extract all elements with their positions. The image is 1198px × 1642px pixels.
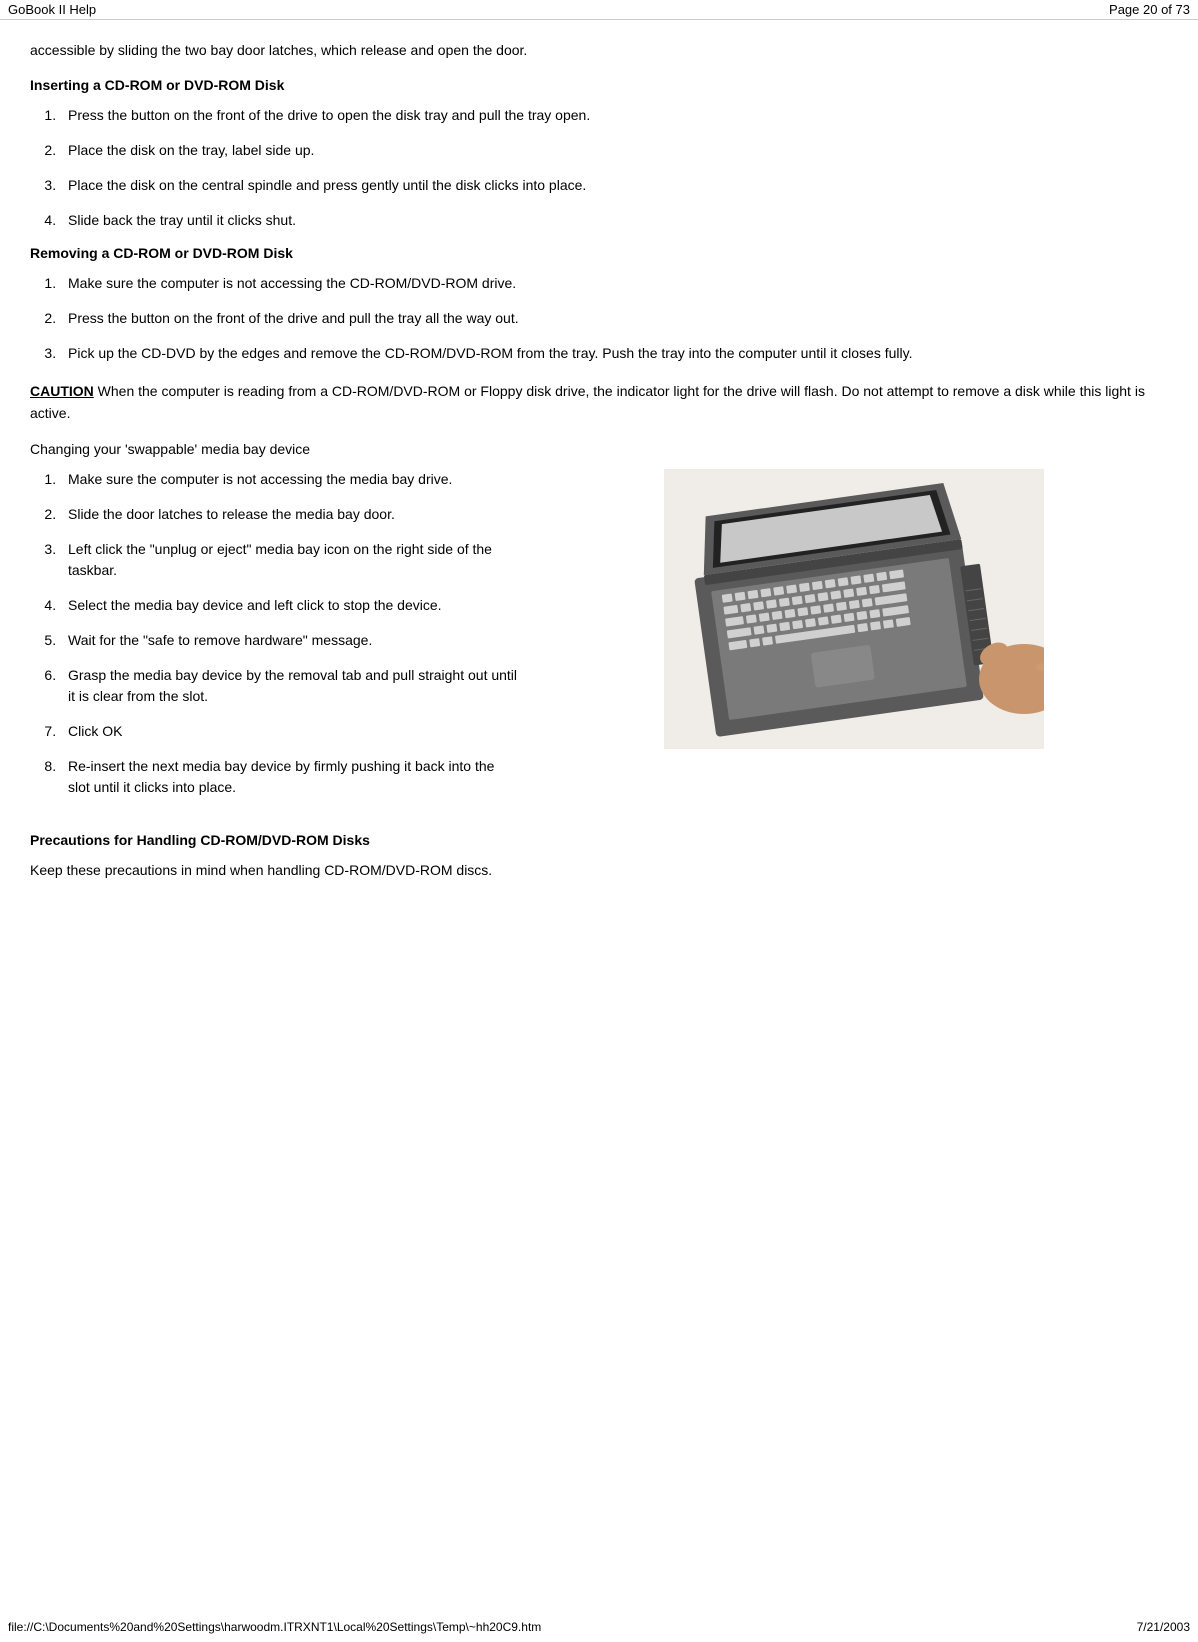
swappable-list-col: Make sure the computer is not accessing … (30, 469, 520, 812)
list-item: Grasp the media bay device by the remova… (60, 665, 520, 707)
list-item: Wait for the "safe to remove hardware" m… (60, 630, 520, 651)
header-page: Page 20 of 73 (1109, 2, 1190, 17)
footer-date: 7/21/2003 (1137, 1620, 1190, 1634)
list-item: Slide the door latches to release the me… (60, 504, 520, 525)
insert-heading: Inserting a CD-ROM or DVD-ROM Disk (30, 77, 1168, 93)
caution-text: When the computer is reading from a CD-R… (30, 383, 1145, 421)
list-item: Re-insert the next media bay device by f… (60, 756, 520, 798)
list-item: Left click the "unplug or eject" media b… (60, 539, 520, 581)
precautions-heading: Precautions for Handling CD-ROM/DVD-ROM … (30, 832, 1168, 848)
footer-path: file://C:\Documents%20and%20Settings\har… (8, 1620, 541, 1634)
list-item: Make sure the computer is not accessing … (60, 469, 520, 490)
list-item: Make sure the computer is not accessing … (60, 273, 1168, 294)
swappable-layout: Make sure the computer is not accessing … (30, 469, 1168, 812)
swappable-heading: Changing your 'swappable' media bay devi… (30, 441, 1168, 457)
list-item: Click OK (60, 721, 520, 742)
remove-heading: Removing a CD-ROM or DVD-ROM Disk (30, 245, 1168, 261)
swappable-steps-list: Make sure the computer is not accessing … (60, 469, 520, 798)
caution-word: CAUTION (30, 383, 94, 399)
list-item: Select the media bay device and left cli… (60, 595, 520, 616)
swappable-image-col (520, 469, 1168, 749)
remove-steps-list: Make sure the computer is not accessing … (60, 273, 1168, 364)
laptop-illustration (664, 469, 1044, 749)
list-item: Slide back the tray until it clicks shut… (60, 210, 1168, 231)
list-item: Place the disk on the central spindle an… (60, 175, 1168, 196)
precautions-section: Precautions for Handling CD-ROM/DVD-ROM … (30, 832, 1168, 881)
footer-bar: file://C:\Documents%20and%20Settings\har… (0, 1620, 1198, 1634)
list-item: Press the button on the front of the dri… (60, 308, 1168, 329)
list-item: Press the button on the front of the dri… (60, 105, 1168, 126)
header-title: GoBook II Help (8, 2, 96, 17)
intro-text: accessible by sliding the two bay door l… (30, 40, 1168, 61)
main-content: accessible by sliding the two bay door l… (0, 20, 1198, 937)
precautions-text: Keep these precautions in mind when hand… (30, 860, 1168, 881)
list-item: Pick up the CD-DVD by the edges and remo… (60, 343, 1168, 364)
list-item: Place the disk on the tray, label side u… (60, 140, 1168, 161)
header-bar: GoBook II Help Page 20 of 73 (0, 0, 1198, 20)
insert-steps-list: Press the button on the front of the dri… (60, 105, 1168, 231)
swappable-section: Changing your 'swappable' media bay devi… (30, 441, 1168, 812)
caution-block: CAUTION When the computer is reading fro… (30, 380, 1168, 425)
